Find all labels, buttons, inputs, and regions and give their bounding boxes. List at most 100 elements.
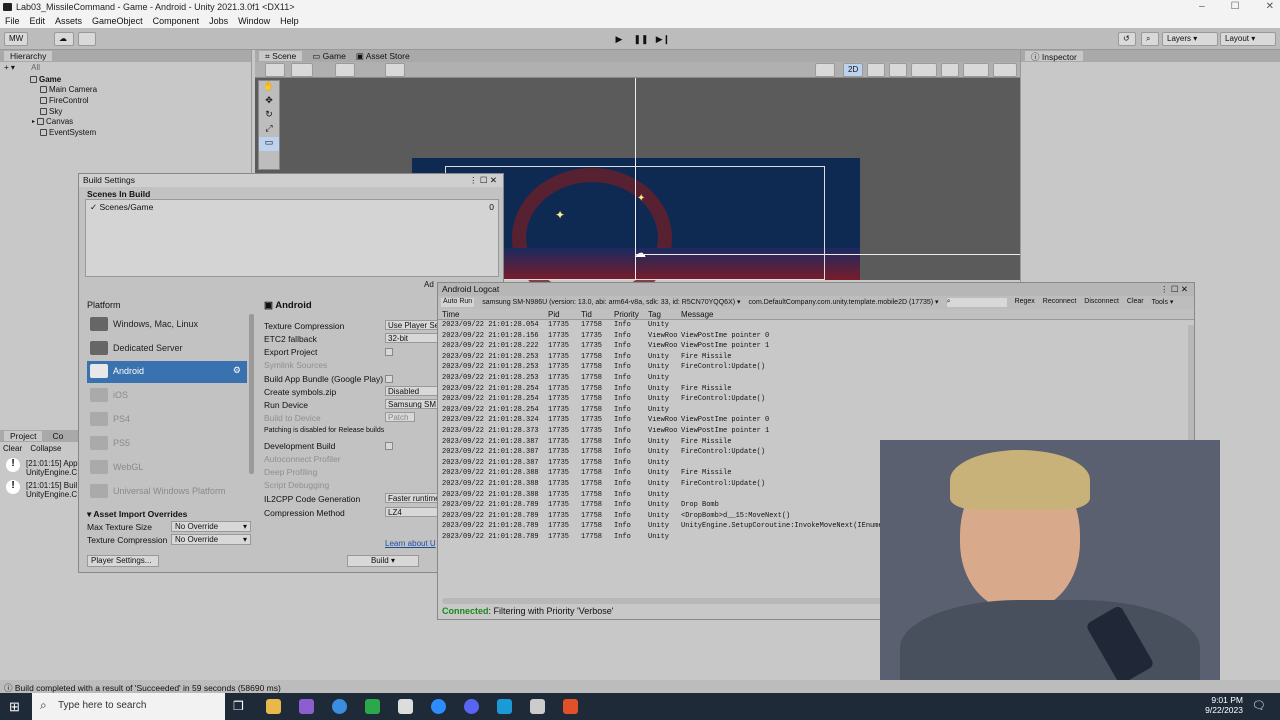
run-device-dropdown[interactable]: Samsung SM [385,399,441,409]
log-row[interactable]: 2023/09/22 21:01:28.324 17735 17735 Info Vie… [438,415,1194,426]
rotate-tool-icon[interactable]: ↻ [259,109,279,123]
menu-component[interactable]: Component [153,16,200,28]
clock[interactable]: 9:01 PM 9/22/2023 [1205,695,1243,715]
tab-hierarchy[interactable]: Hierarchy [4,51,53,61]
scene-row[interactable]: ✓ Scenes/Game 0 [86,200,498,215]
il2cpp-dropdown[interactable]: Faster runtime [385,493,441,503]
tab-project[interactable]: Project [4,431,43,441]
hierarchy-item[interactable]: Game [0,74,251,85]
menu-file[interactable]: File [5,16,20,28]
hierarchy-item[interactable]: EventSystem [0,127,251,138]
learn-more-link[interactable]: Learn about U [385,539,436,548]
close-button[interactable]: ✕ [1266,1,1274,12]
compression-method-dropdown[interactable]: LZ4 [385,507,441,517]
tab-asset-store[interactable]: ▣ Asset Store [356,51,410,61]
move-tool-icon[interactable]: ✥ [259,95,279,109]
log-row[interactable]: 2023/09/22 21:01:28.253 17735 17758 Info Uni… [438,373,1194,384]
tools-dropdown[interactable]: Tools ▾ [1152,298,1174,307]
platform-ps4[interactable]: PS4 [87,409,247,431]
platform-uwp[interactable]: Universal Windows Platform [87,481,247,503]
visual-studio-icon[interactable] [299,699,314,714]
layers-dropdown[interactable]: Layers ▾ [1162,32,1218,46]
texture-compression-override-dropdown[interactable]: No Override ▾ [171,534,251,545]
app-bundle-checkbox[interactable] [385,375,393,383]
log-row[interactable]: 2023/09/22 21:01:28.253 17735 17758 Info Uni… [438,362,1194,373]
max-texture-dropdown[interactable]: No Override ▾ [171,521,251,532]
collapse-button[interactable]: Collapse [30,444,61,453]
col-tid[interactable]: Tid [581,310,592,319]
menu-help[interactable]: Help [280,16,299,28]
player-settings-button[interactable]: Player Settings... [87,555,159,567]
snap-icon[interactable] [385,63,405,77]
unity-hub-icon[interactable] [398,699,413,714]
menu-window[interactable]: Window [238,16,270,28]
grid-icon[interactable] [335,63,355,77]
visibility-icon[interactable] [941,63,959,77]
log-row[interactable]: 2023/09/22 21:01:28.254 17735 17758 Info Uni… [438,405,1194,416]
recorder-icon[interactable] [563,699,578,714]
platform-webgl[interactable]: WebGL [87,457,247,479]
clear-button[interactable]: Clear [3,444,22,453]
light-icon[interactable] [867,63,885,77]
tab-console[interactable]: Co [52,431,63,441]
log-row[interactable]: 2023/09/22 21:01:28.054 17735 17758 Info Uni… [438,320,1194,331]
platform-android[interactable]: Android ⚙ [87,361,247,383]
hierarchy-item[interactable]: ▸ Canvas [0,116,251,127]
col-pid[interactable]: Pid [548,310,560,319]
pause-button[interactable]: ❚❚ [632,32,650,46]
texture-compression-dropdown[interactable]: Use Player Se [385,320,441,330]
minimize-button[interactable]: – [1199,1,1205,12]
hierarchy-item[interactable]: FireControl [0,95,251,106]
unity-editor-icon[interactable] [530,699,545,714]
layout-dropdown[interactable]: Layout ▾ [1220,32,1276,46]
zoom-icon[interactable] [431,699,446,714]
chrome-icon[interactable] [332,699,347,714]
rect-tool-icon[interactable]: ▭ [259,137,279,151]
col-time[interactable]: Time [442,310,459,319]
tab-game[interactable]: ▭ Game [312,51,346,61]
etc2-fallback-dropdown[interactable]: 32-bit [385,333,441,343]
history-icon[interactable]: ↺ [1118,32,1136,46]
development-build-checkbox[interactable] [385,442,393,450]
audio-icon[interactable] [889,63,907,77]
disconnect-button[interactable]: Disconnect [1084,298,1119,307]
camera-icon[interactable] [963,63,989,77]
collab-icon[interactable] [78,32,96,46]
col-message[interactable]: Message [681,310,713,319]
platform-dedicated-server[interactable]: Dedicated Server [87,338,247,360]
menu-gameobject[interactable]: GameObject [92,16,143,28]
taskbar-search[interactable]: ⌕ Type here to search [32,693,225,720]
platform-ios[interactable]: iOS [87,385,247,407]
notifications-icon[interactable]: 🗨 [1252,699,1266,712]
log-row[interactable]: 2023/09/22 21:01:28.254 17735 17758 Info Uni… [438,384,1194,395]
clear-button[interactable]: Clear [1127,298,1144,307]
hierarchy-item[interactable]: Sky [0,106,251,117]
window-controls[interactable]: ⋮ ☐ ✕ [1160,284,1188,295]
hierarchy-search[interactable]: All [31,63,40,72]
log-row[interactable]: 2023/09/22 21:01:28.222 17735 17735 Info Vie… [438,341,1194,352]
discord-icon[interactable] [464,699,479,714]
create-symbols-dropdown[interactable]: Disabled [385,386,441,396]
build-button[interactable]: Build ▾ [347,555,419,567]
mode-2d-toggle[interactable]: 2D [843,63,863,77]
regex-button[interactable]: Regex [1015,298,1035,307]
expand-arrow-icon[interactable]: ▸ [32,118,35,125]
device-dropdown[interactable]: samsung SM-N986U (version: 13.0, abi: ar… [482,298,740,307]
file-explorer-icon[interactable] [266,699,281,714]
windows-start-icon[interactable]: ⊞ [9,699,20,715]
step-button[interactable]: ▶❙ [654,32,672,46]
terminal-icon[interactable] [365,699,380,714]
scale-tool-icon[interactable]: ⤢ [259,123,279,137]
scenes-list[interactable]: ✓ Scenes/Game 0 [85,199,499,277]
col-priority[interactable]: Priority [614,310,639,319]
platform-scrollbar[interactable] [249,314,254,474]
maximize-button[interactable]: ☐ [1231,1,1240,12]
menu-assets[interactable]: Assets [55,16,82,28]
add-open-scenes-button[interactable]: Ad [424,280,434,289]
patch-button[interactable]: Patch [385,412,415,422]
app-icon[interactable] [497,699,512,714]
globe-icon[interactable] [993,63,1017,77]
tab-inspector[interactable]: ⓘ Inspector [1025,51,1083,62]
account-button[interactable]: MW [4,32,29,46]
asset-overrides-header[interactable]: ▾ Asset Import Overrides [87,509,187,520]
